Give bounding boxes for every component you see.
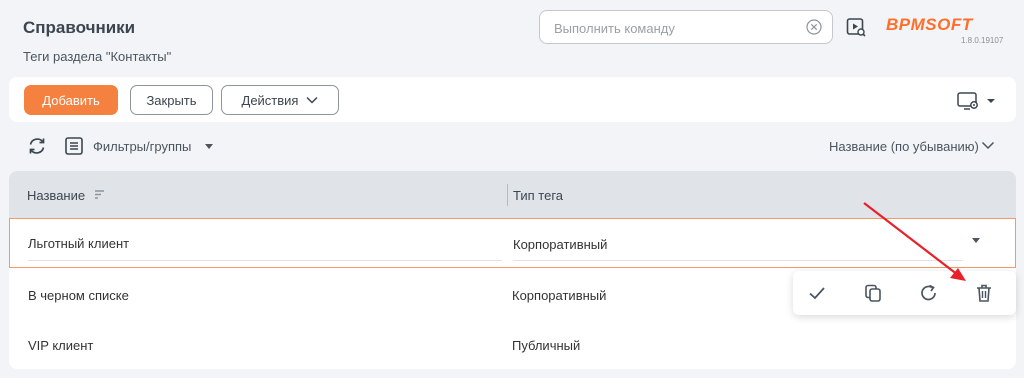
view-settings-icon[interactable] bbox=[957, 91, 995, 111]
cell-tag-type: Публичный bbox=[512, 338, 581, 353]
column-header-tag-type[interactable]: Тип тега bbox=[513, 188, 563, 203]
caret-down-icon[interactable] bbox=[972, 238, 980, 243]
cell-name: В черном списке bbox=[28, 288, 129, 303]
table-row[interactable]: VIP клиент Публичный bbox=[9, 319, 1016, 369]
chevron-down-icon[interactable] bbox=[981, 141, 995, 150]
sort-desc-icon[interactable] bbox=[94, 189, 105, 200]
filters-groups-button[interactable]: Фильтры/группы bbox=[93, 139, 191, 154]
caret-down-icon[interactable] bbox=[205, 144, 213, 149]
edit-underline bbox=[513, 260, 963, 261]
process-play-icon[interactable] bbox=[846, 17, 866, 37]
command-field[interactable] bbox=[539, 10, 833, 45]
column-divider[interactable] bbox=[507, 184, 508, 206]
chevron-down-icon bbox=[306, 96, 319, 104]
cell-tag-type: Корпоративный bbox=[512, 288, 607, 303]
page-subtitle: Теги раздела "Контакты" bbox=[23, 49, 172, 64]
row-actions-panel bbox=[793, 271, 1016, 315]
sort-selector[interactable]: Название (по убыванию) bbox=[829, 139, 979, 154]
actions-button[interactable]: Действия bbox=[221, 85, 339, 115]
copy-icon[interactable] bbox=[863, 283, 883, 303]
edit-underline bbox=[28, 260, 502, 261]
app-version: 1.8.0.19107 bbox=[961, 36, 1004, 45]
data-grid: Название Тип тега Льготный клиент Корпор… bbox=[9, 171, 1016, 369]
cell-tag-type[interactable]: Корпоративный bbox=[513, 237, 607, 252]
cell-name[interactable]: Льготный клиент bbox=[28, 236, 129, 251]
trash-icon[interactable] bbox=[974, 283, 994, 303]
command-input[interactable] bbox=[552, 11, 806, 45]
clear-icon[interactable] bbox=[806, 19, 822, 35]
brand-logo[interactable]: BPMSOFT bbox=[886, 15, 973, 35]
toolbar: Добавить Закрыть Действия bbox=[9, 77, 1016, 122]
actions-label: Действия bbox=[241, 92, 299, 108]
filter-list-icon[interactable] bbox=[64, 136, 84, 156]
table-row[interactable]: Льготный клиент Корпоративный bbox=[9, 218, 1016, 268]
undo-icon[interactable] bbox=[919, 283, 939, 303]
page-title: Справочники bbox=[23, 18, 136, 37]
check-icon[interactable] bbox=[807, 283, 827, 303]
cell-name: VIP клиент bbox=[28, 338, 94, 353]
grid-header: Название Тип тега bbox=[9, 171, 1016, 218]
column-header-name[interactable]: Название bbox=[27, 188, 85, 203]
close-button[interactable]: Закрыть bbox=[130, 85, 213, 115]
add-button[interactable]: Добавить bbox=[24, 85, 118, 115]
refresh-icon[interactable] bbox=[27, 136, 47, 156]
